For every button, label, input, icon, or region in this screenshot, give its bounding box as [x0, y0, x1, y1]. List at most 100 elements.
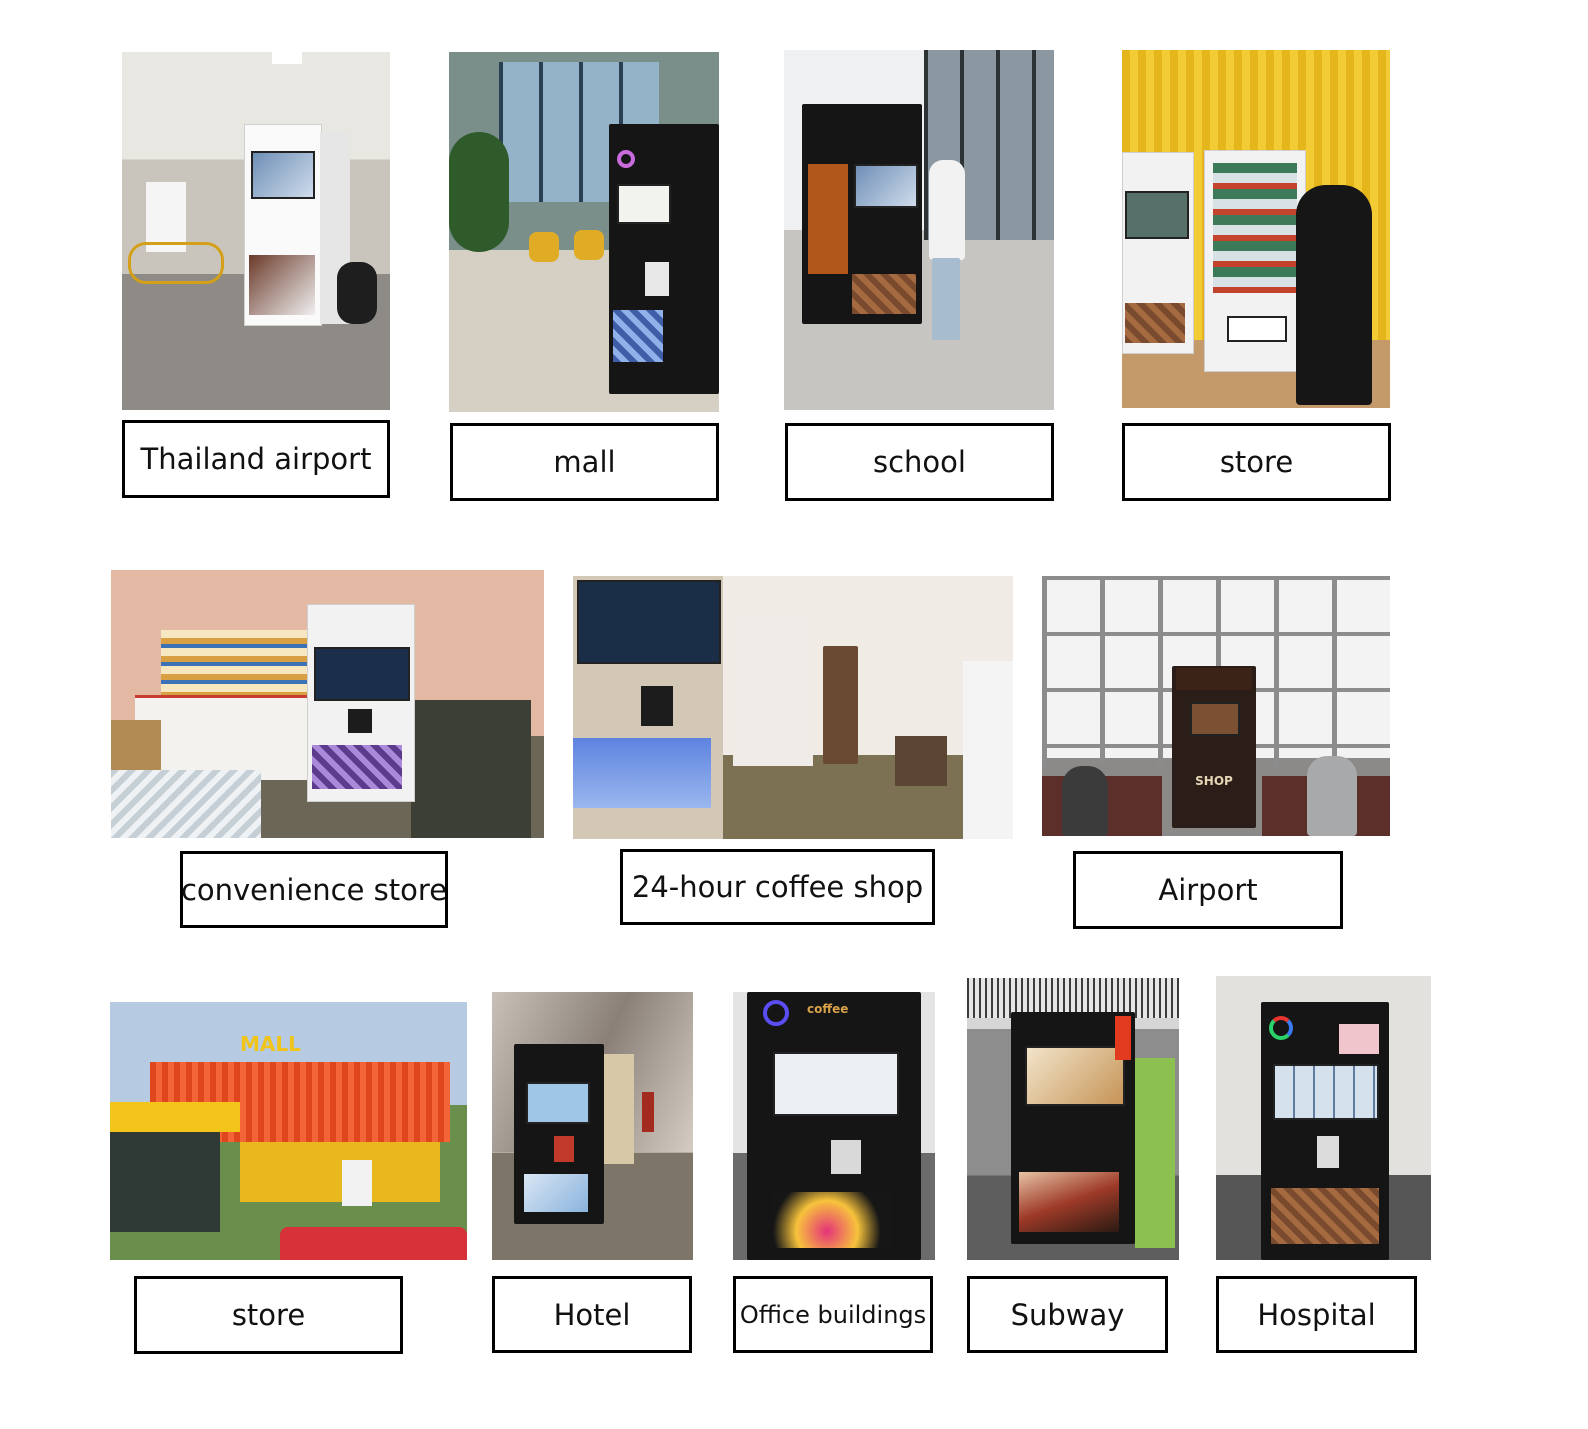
photo-thailand-airport	[122, 52, 390, 410]
sign-stand	[642, 1092, 654, 1132]
cup-dispenser	[554, 1136, 574, 1162]
hot-drink-sign	[1115, 1016, 1131, 1060]
orange-side-text	[808, 164, 848, 274]
snack-window	[1213, 163, 1297, 293]
photo-24-hour-coffee-shop	[573, 576, 1013, 839]
green-locker	[1135, 1058, 1175, 1248]
person	[1062, 766, 1108, 836]
vending-machine	[514, 1044, 604, 1224]
coffee-panel	[773, 1192, 893, 1248]
machine-screen	[314, 647, 410, 701]
ceiling-light	[272, 52, 302, 64]
lit-coffee-panel	[573, 738, 711, 808]
shelves	[161, 630, 311, 700]
person	[929, 160, 965, 260]
photo-school	[784, 50, 1054, 410]
photo-store-mall: MALL	[110, 1002, 467, 1260]
machine-screen	[854, 164, 918, 208]
photo-convenience-store	[111, 570, 544, 838]
vending-machine	[609, 124, 719, 394]
shop-sign: SHOP	[1195, 774, 1233, 788]
coffee-panel	[1271, 1188, 1379, 1244]
caption-hospital: Hospital	[1216, 1276, 1417, 1353]
caption-store-mall: store	[134, 1276, 403, 1354]
caption-subway: Subway	[967, 1276, 1168, 1353]
chair	[574, 230, 604, 260]
vending-machine	[802, 104, 922, 324]
coffee-panel	[852, 274, 916, 314]
yellow-awning	[110, 1102, 240, 1132]
cup-dispenser	[348, 709, 372, 733]
open-freezer	[111, 770, 261, 838]
cup-dispenser	[831, 1140, 861, 1174]
chair	[529, 232, 559, 262]
coffee-tea-panel	[249, 255, 315, 315]
vending-machine	[244, 124, 322, 326]
display-case	[604, 1054, 634, 1164]
photo-office-buildings: coffee	[733, 992, 935, 1260]
caption-store: store	[1122, 423, 1391, 501]
caption-convenience-store: convenience store	[180, 851, 448, 928]
mall-sign: MALL	[240, 1032, 301, 1056]
vending-machine	[1261, 1002, 1389, 1260]
photo-mall	[449, 52, 719, 412]
machine-screen	[577, 580, 721, 664]
led-ring-icon	[617, 150, 635, 168]
notice-paper	[1339, 1024, 1379, 1054]
dark-wall-panel	[411, 700, 531, 838]
caption-office-buildings: Office buildings	[733, 1276, 933, 1353]
coffee-panel	[1125, 303, 1185, 343]
bench	[895, 736, 947, 786]
photo-subway	[967, 978, 1179, 1260]
vending-machine	[307, 604, 415, 802]
sign-lightbox	[1176, 668, 1252, 690]
vending-machine: SHOP	[1172, 666, 1256, 828]
vending-machine	[342, 1160, 372, 1206]
photo-store	[1122, 50, 1390, 408]
machine-screen	[1025, 1046, 1125, 1106]
machine-screen	[617, 184, 671, 224]
machine-screen	[1190, 702, 1240, 736]
cup-dispenser	[1317, 1136, 1339, 1168]
trash-bag	[337, 262, 377, 324]
caption-thailand-airport: Thailand airport	[122, 420, 390, 498]
brand-text: coffee	[807, 1002, 849, 1016]
pickup-slot	[1227, 316, 1287, 342]
coffee-machine	[1122, 152, 1194, 354]
machine-screen	[526, 1082, 590, 1124]
vending-machine	[1011, 1012, 1135, 1244]
coffee-panel	[524, 1174, 588, 1212]
caption-mall: mall	[450, 423, 719, 501]
machine-screen	[1125, 191, 1189, 239]
flower-bed	[280, 1227, 467, 1260]
photo-airport: SHOP	[1042, 576, 1390, 836]
side-wall	[963, 661, 1013, 839]
led-ring-icon	[1269, 1016, 1293, 1040]
caption-school: school	[785, 423, 1054, 501]
cup-dispenser	[645, 262, 669, 296]
coffee-panel	[1019, 1172, 1119, 1232]
photo-hotel	[492, 992, 693, 1260]
coffee-panel	[312, 745, 402, 789]
snack-machine	[1204, 150, 1306, 372]
machine-screen	[251, 151, 315, 199]
yellow-wall	[240, 1142, 440, 1202]
second-coffee-machine	[823, 646, 858, 764]
caption-24-hour-coffee-shop: 24-hour coffee shop	[620, 849, 935, 925]
storefront-glass	[110, 1132, 220, 1232]
dispenser-slot	[641, 686, 673, 726]
caption-airport: Airport	[1073, 851, 1343, 929]
caption-hotel: Hotel	[492, 1276, 692, 1353]
led-ring-icon	[763, 1000, 789, 1026]
cabinet	[733, 616, 813, 766]
coffee-panel	[613, 310, 663, 362]
person-legs	[932, 258, 960, 340]
cardboard-box	[111, 720, 161, 770]
person	[1296, 185, 1372, 405]
bicycle-icon	[128, 242, 224, 284]
machine-screen	[773, 1052, 899, 1116]
person	[1307, 756, 1357, 836]
photo-hospital	[1216, 976, 1431, 1260]
vending-machine: coffee	[747, 992, 921, 1260]
machine-screen	[1273, 1064, 1379, 1120]
